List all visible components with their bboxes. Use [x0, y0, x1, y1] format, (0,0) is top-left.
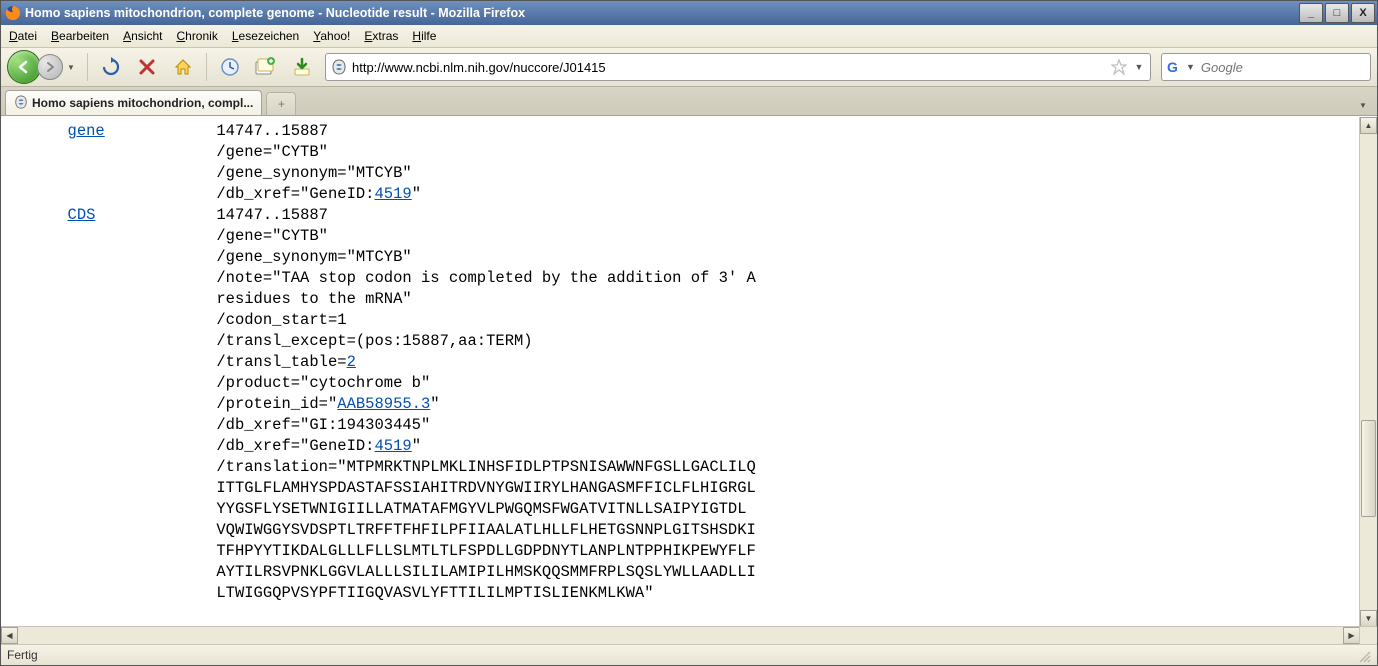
cds-translation-l7: LTWIGGQPVSYPFTIIGQVASVLYFTTILILMPTISLIEN…	[216, 584, 653, 602]
menu-extras[interactable]: Extras	[364, 29, 398, 43]
gene-qualifier-synonym: /gene_synonym="MTCYB"	[216, 164, 411, 182]
nav-history-dropdown[interactable]: ▼	[65, 53, 77, 81]
forward-button[interactable]	[37, 54, 63, 80]
resize-grip-icon[interactable]	[1355, 647, 1371, 663]
cds-qualifier-proteinid-pre: /protein_id="	[216, 395, 337, 413]
scroll-corner	[1359, 626, 1377, 644]
gene-location: 14747..15887	[216, 122, 328, 140]
cds-translation-l5: TFHPYYTIKDALGLLLFLLSLMTLTLFSPDLLGDPDNYTL…	[216, 542, 756, 560]
cds-location: 14747..15887	[216, 206, 328, 224]
tab-list-dropdown[interactable]: ▼	[1353, 95, 1373, 115]
history-button[interactable]	[217, 54, 243, 80]
search-bar[interactable]: G ▼	[1161, 53, 1371, 81]
scroll-left-button[interactable]: ◀	[1, 627, 18, 644]
menu-chronik[interactable]: Chronik	[176, 29, 217, 43]
gene-qualifier-dbxref-pre: /db_xref="GeneID:	[216, 185, 374, 203]
cds-qualifier-product: /product="cytochrome b"	[216, 374, 430, 392]
window-title: Homo sapiens mitochondrion, complete gen…	[25, 6, 525, 20]
cds-translation-l3: YYGSFLYSETWNIGIILLATMATAFMGYVLPWGQMSFWGA…	[216, 500, 746, 518]
home-button[interactable]	[170, 54, 196, 80]
reload-button[interactable]	[98, 54, 124, 80]
horizontal-scrollbar[interactable]: ◀ ▶	[1, 626, 1360, 644]
search-input[interactable]	[1199, 59, 1378, 76]
cds-qualifier-gi: /db_xref="GI:194303445"	[216, 416, 430, 434]
bookmark-star-icon[interactable]	[1110, 58, 1128, 76]
new-tab-tab-button[interactable]: +	[266, 92, 296, 115]
cds-translation-l6: AYTILRSVPNKLGGVLALLLSILILAMIPILHMSKQQSMM…	[216, 563, 756, 581]
tab-label: Homo sapiens mitochondrion, compl...	[32, 96, 253, 110]
titlebar: Homo sapiens mitochondrion, complete gen…	[1, 1, 1377, 25]
browser-window: Homo sapiens mitochondrion, complete gen…	[0, 0, 1378, 666]
back-button[interactable]	[7, 50, 41, 84]
feature-key-cds[interactable]: CDS	[68, 206, 96, 224]
cds-translation-l2: ITTGLFLAMHYSPDASTAFSSIAHITRDVNYGWIIRYLHA…	[216, 479, 756, 497]
scroll-right-button[interactable]: ▶	[1343, 627, 1360, 644]
close-button[interactable]: X	[1351, 3, 1375, 23]
cds-qualifier-note-l1: /note="TAA stop codon is completed by th…	[216, 269, 756, 287]
tab-bar: Homo sapiens mitochondrion, compl... + ▼	[1, 87, 1377, 116]
scroll-down-button[interactable]: ▼	[1360, 610, 1377, 627]
url-dropdown-icon[interactable]: ▼	[1132, 62, 1146, 72]
scroll-track[interactable]	[1360, 134, 1377, 610]
geneid-link-2[interactable]: 4519	[374, 437, 411, 455]
feature-key-gene[interactable]: gene	[68, 122, 105, 140]
content-area: gene 14747..15887 /gene="CYTB" /gene_syn…	[1, 116, 1377, 644]
menu-hilfe[interactable]: Hilfe	[412, 29, 436, 43]
cds-translation-l4: VQWIWGGYSVDSPTLTRFFTFHFILPFIIAALATLHLLFL…	[216, 521, 756, 539]
window-controls: _ □ X	[1299, 3, 1375, 23]
svg-text:G: G	[1167, 59, 1178, 75]
cds-qualifier-gene: /gene="CYTB"	[216, 227, 328, 245]
cds-qualifier-transltable-pre: /transl_table=	[216, 353, 346, 371]
minimize-button[interactable]: _	[1299, 3, 1323, 23]
search-engine-dropdown[interactable]: ▼	[1186, 62, 1195, 72]
scroll-track-h[interactable]	[18, 627, 1343, 644]
site-identity-icon[interactable]	[330, 58, 348, 76]
cds-qualifier-synonym: /gene_synonym="MTCYB"	[216, 248, 411, 266]
separator	[87, 53, 88, 81]
vertical-scrollbar[interactable]: ▲ ▼	[1359, 117, 1377, 627]
url-text[interactable]: http://www.ncbi.nlm.nih.gov/nuccore/J014…	[352, 60, 1106, 75]
menu-ansicht[interactable]: Ansicht	[123, 29, 162, 43]
url-bar[interactable]: http://www.ncbi.nlm.nih.gov/nuccore/J014…	[325, 53, 1151, 81]
menu-lesezeichen[interactable]: Lesezeichen	[232, 29, 299, 43]
cds-qualifier-note-l2: residues to the mRNA"	[216, 290, 411, 308]
tab-favicon	[14, 95, 28, 112]
scroll-thumb[interactable]	[1361, 420, 1376, 517]
firefox-icon	[5, 5, 21, 21]
menu-datei[interactable]: Datei	[9, 29, 37, 43]
menu-bearbeiten[interactable]: Bearbeiten	[51, 29, 109, 43]
tab-active[interactable]: Homo sapiens mitochondrion, compl...	[5, 90, 262, 115]
cds-qualifier-dbxref2-pre: /db_xref="GeneID:	[216, 437, 374, 455]
separator	[206, 53, 207, 81]
downloads-button[interactable]	[289, 54, 315, 80]
nav-buttons: ▼	[7, 50, 77, 84]
status-text: Fertig	[7, 648, 38, 662]
protein-id-link[interactable]: AAB58955.3	[337, 395, 430, 413]
stop-button[interactable]	[134, 54, 160, 80]
geneid-link[interactable]: 4519	[374, 185, 411, 203]
navigation-toolbar: ▼ http://www.ncbi.nlm.nih.gov/nuccore/J0…	[1, 48, 1377, 87]
cds-qualifier-translexcept: /transl_except=(pos:15887,aa:TERM)	[216, 332, 532, 350]
menubar: Datei Bearbeiten Ansicht Chronik Lesezei…	[1, 25, 1377, 48]
gene-qualifier-gene: /gene="CYTB"	[216, 143, 328, 161]
cds-translation-l1: /translation="MTPMRKTNPLMKLINHSFIDLPTPSN…	[216, 458, 756, 476]
page-viewport[interactable]: gene 14747..15887 /gene="CYTB" /gene_syn…	[1, 117, 1360, 627]
transl-table-link[interactable]: 2	[347, 353, 356, 371]
menu-yahoo[interactable]: Yahoo!	[313, 29, 350, 43]
cds-qualifier-codonstart: /codon_start=1	[216, 311, 346, 329]
genbank-record: gene 14747..15887 /gene="CYTB" /gene_syn…	[1, 121, 1360, 604]
search-engine-icon[interactable]: G	[1166, 58, 1182, 76]
scroll-up-button[interactable]: ▲	[1360, 117, 1377, 134]
status-bar: Fertig	[1, 644, 1377, 665]
new-tab-button[interactable]	[253, 54, 279, 80]
maximize-button[interactable]: □	[1325, 3, 1349, 23]
